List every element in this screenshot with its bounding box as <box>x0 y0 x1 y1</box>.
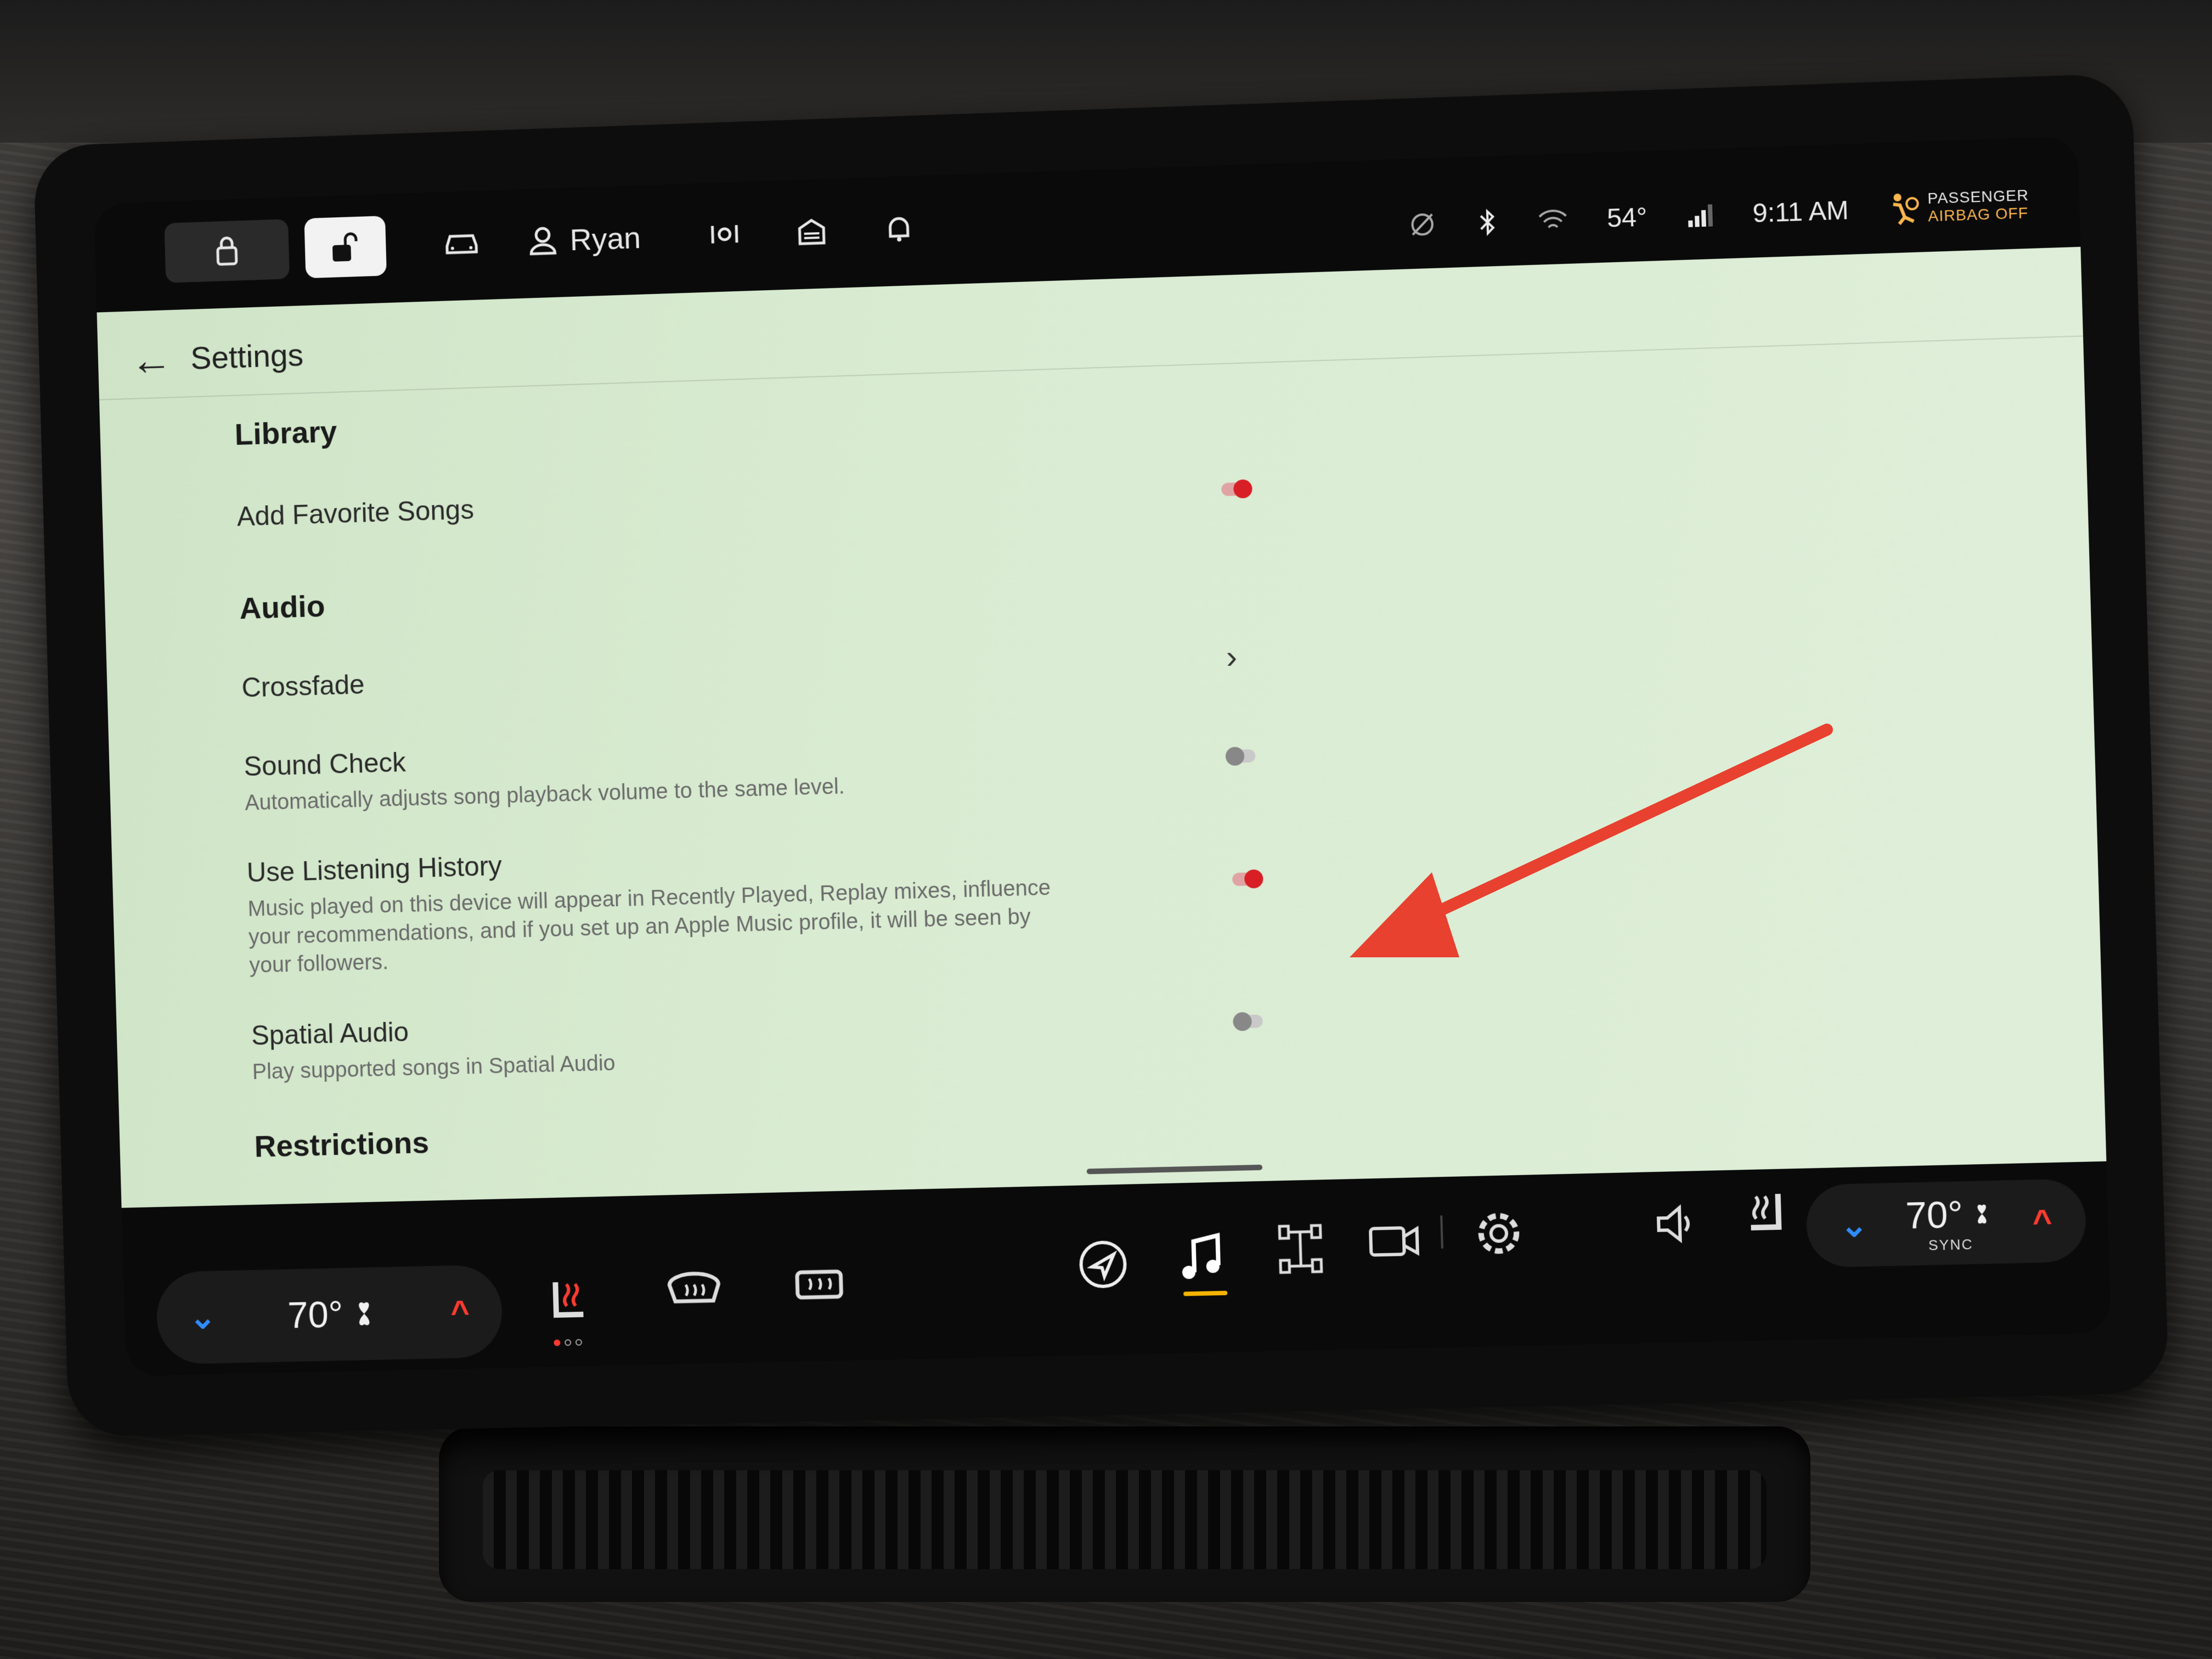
settings-button[interactable] <box>1468 1203 1530 1265</box>
garage-icon <box>795 215 828 249</box>
fan-icon <box>1977 1204 1987 1223</box>
dock-separator <box>1440 1215 1443 1249</box>
gear-icon <box>1470 1205 1527 1262</box>
video-icon <box>1366 1218 1423 1264</box>
lock-button[interactable] <box>164 219 290 283</box>
seat-heat-button[interactable] <box>539 1273 600 1346</box>
setting-label: Add Favorite Songs <box>236 494 475 532</box>
bluetooth-icon <box>1476 206 1499 238</box>
clock: 9:11 AM <box>1752 195 1849 228</box>
passenger-temp-down-button[interactable]: ⌄ <box>1839 1206 1869 1245</box>
lock-icon <box>213 234 241 268</box>
setting-row-sound-check[interactable]: Sound Check Automatically adjusts song p… <box>244 714 1555 817</box>
setting-description: Music played on this device will appear … <box>247 875 1051 978</box>
unlock-icon <box>332 230 362 262</box>
passenger-temp-up-button[interactable]: ^ <box>2032 1201 2053 1240</box>
car-icon <box>442 229 481 257</box>
camera-view-button[interactable] <box>1363 1210 1425 1272</box>
infotainment-screen: Ryan 54° 9:11 AM PASSENGER AIRBAG OFF ← … <box>94 136 2112 1376</box>
profile-button[interactable]: Ryan <box>526 206 668 271</box>
defrost-rear-icon <box>792 1265 848 1310</box>
music-icon <box>1182 1228 1230 1284</box>
chevron-right-icon[interactable]: › <box>1226 638 1238 675</box>
outside-temperature: 54° <box>1606 202 1648 233</box>
setting-row-crossfade[interactable]: Crossfade <box>241 634 1552 703</box>
vehicle-button[interactable] <box>428 212 495 274</box>
add-favorite-songs-toggle[interactable] <box>1221 479 1253 499</box>
navigation-button[interactable] <box>1072 1234 1134 1295</box>
notifications-button[interactable] <box>868 198 930 259</box>
volume-button[interactable] <box>1645 1193 1707 1255</box>
setting-row-use-listening-history[interactable]: Use Listening History Music played on th… <box>246 821 1560 980</box>
display-bezel: Ryan 54° 9:11 AM PASSENGER AIRBAG OFF ← … <box>33 73 2169 1437</box>
setting-row-spatial-audio[interactable]: Spatial Audio Play supported songs in Sp… <box>251 986 1563 1086</box>
garage-button[interactable] <box>781 200 842 262</box>
cellular-signal-icon <box>1688 204 1713 228</box>
section-heading-restrictions: Restrictions <box>253 1125 430 1164</box>
passenger-temp-value: 70° <box>1905 1193 1964 1237</box>
camera-button[interactable] <box>694 203 755 265</box>
driver-temp-value: 70° <box>287 1293 344 1336</box>
drive-icon <box>1275 1221 1326 1277</box>
passenger-seat-heat-button[interactable] <box>1733 1185 1796 1247</box>
wifi-icon <box>1537 207 1568 233</box>
camera-icon <box>708 217 741 251</box>
sync-label: SYNC <box>1928 1235 1974 1254</box>
passenger-temperature[interactable]: 70° SYNC <box>1905 1192 1995 1255</box>
driver-temp-up-button[interactable]: ^ <box>450 1293 470 1330</box>
page-title: Settings <box>190 337 304 376</box>
unlock-button[interactable] <box>304 216 387 279</box>
fan-icon <box>359 1302 370 1325</box>
settings-panel: ← Settings Library Add Favorite Songs Au… <box>97 246 2107 1208</box>
bell-icon <box>882 211 916 245</box>
back-arrow-icon[interactable]: ← <box>129 335 173 385</box>
sound-check-toggle[interactable] <box>1225 747 1256 766</box>
air-vent-slats <box>483 1470 1767 1569</box>
user-icon <box>526 223 560 257</box>
defrost-front-icon <box>664 1267 725 1312</box>
use-listening-history-toggle[interactable] <box>1232 869 1263 889</box>
driver-climate-control: ⌄ 70° ^ <box>155 1264 504 1365</box>
settings-header: ← Settings <box>129 328 304 387</box>
volume-icon <box>1650 1199 1702 1250</box>
seat-heat-level <box>554 1339 583 1346</box>
setting-row-add-favorite-songs[interactable]: Add Favorite Songs <box>236 460 1547 532</box>
driver-temp-down-button[interactable]: ⌄ <box>189 1298 217 1336</box>
setting-label: Crossfade <box>241 669 365 703</box>
rear-defrost-button[interactable] <box>788 1256 850 1318</box>
no-signal-icon <box>1406 208 1438 240</box>
spatial-audio-toggle[interactable] <box>1233 1012 1263 1031</box>
seat-heat-icon <box>544 1276 595 1331</box>
airbag-label-line2: AIRBAG OFF <box>1927 204 2029 225</box>
status-indicators: 54° 9:11 AM PASSENGER AIRBAG OFF <box>1406 171 2030 258</box>
header-divider <box>99 335 2084 400</box>
profile-name: Ryan <box>569 219 641 257</box>
driver-temperature[interactable]: 70° <box>287 1293 379 1337</box>
passenger-climate-control: ⌄ 70° SYNC ^ <box>1805 1178 2087 1268</box>
section-heading-library: Library <box>234 414 338 452</box>
drive-modes-button[interactable] <box>1269 1218 1331 1280</box>
front-defrost-button[interactable] <box>663 1260 725 1321</box>
airbag-off-icon <box>1887 193 1920 227</box>
passenger-seat-heat-icon <box>1739 1188 1790 1245</box>
passenger-airbag-status: PASSENGER AIRBAG OFF <box>1887 187 2029 227</box>
navigation-icon <box>1079 1240 1126 1288</box>
section-heading-audio: Audio <box>239 588 326 625</box>
active-tab-indicator <box>1183 1290 1228 1296</box>
music-button[interactable] <box>1171 1226 1233 1296</box>
